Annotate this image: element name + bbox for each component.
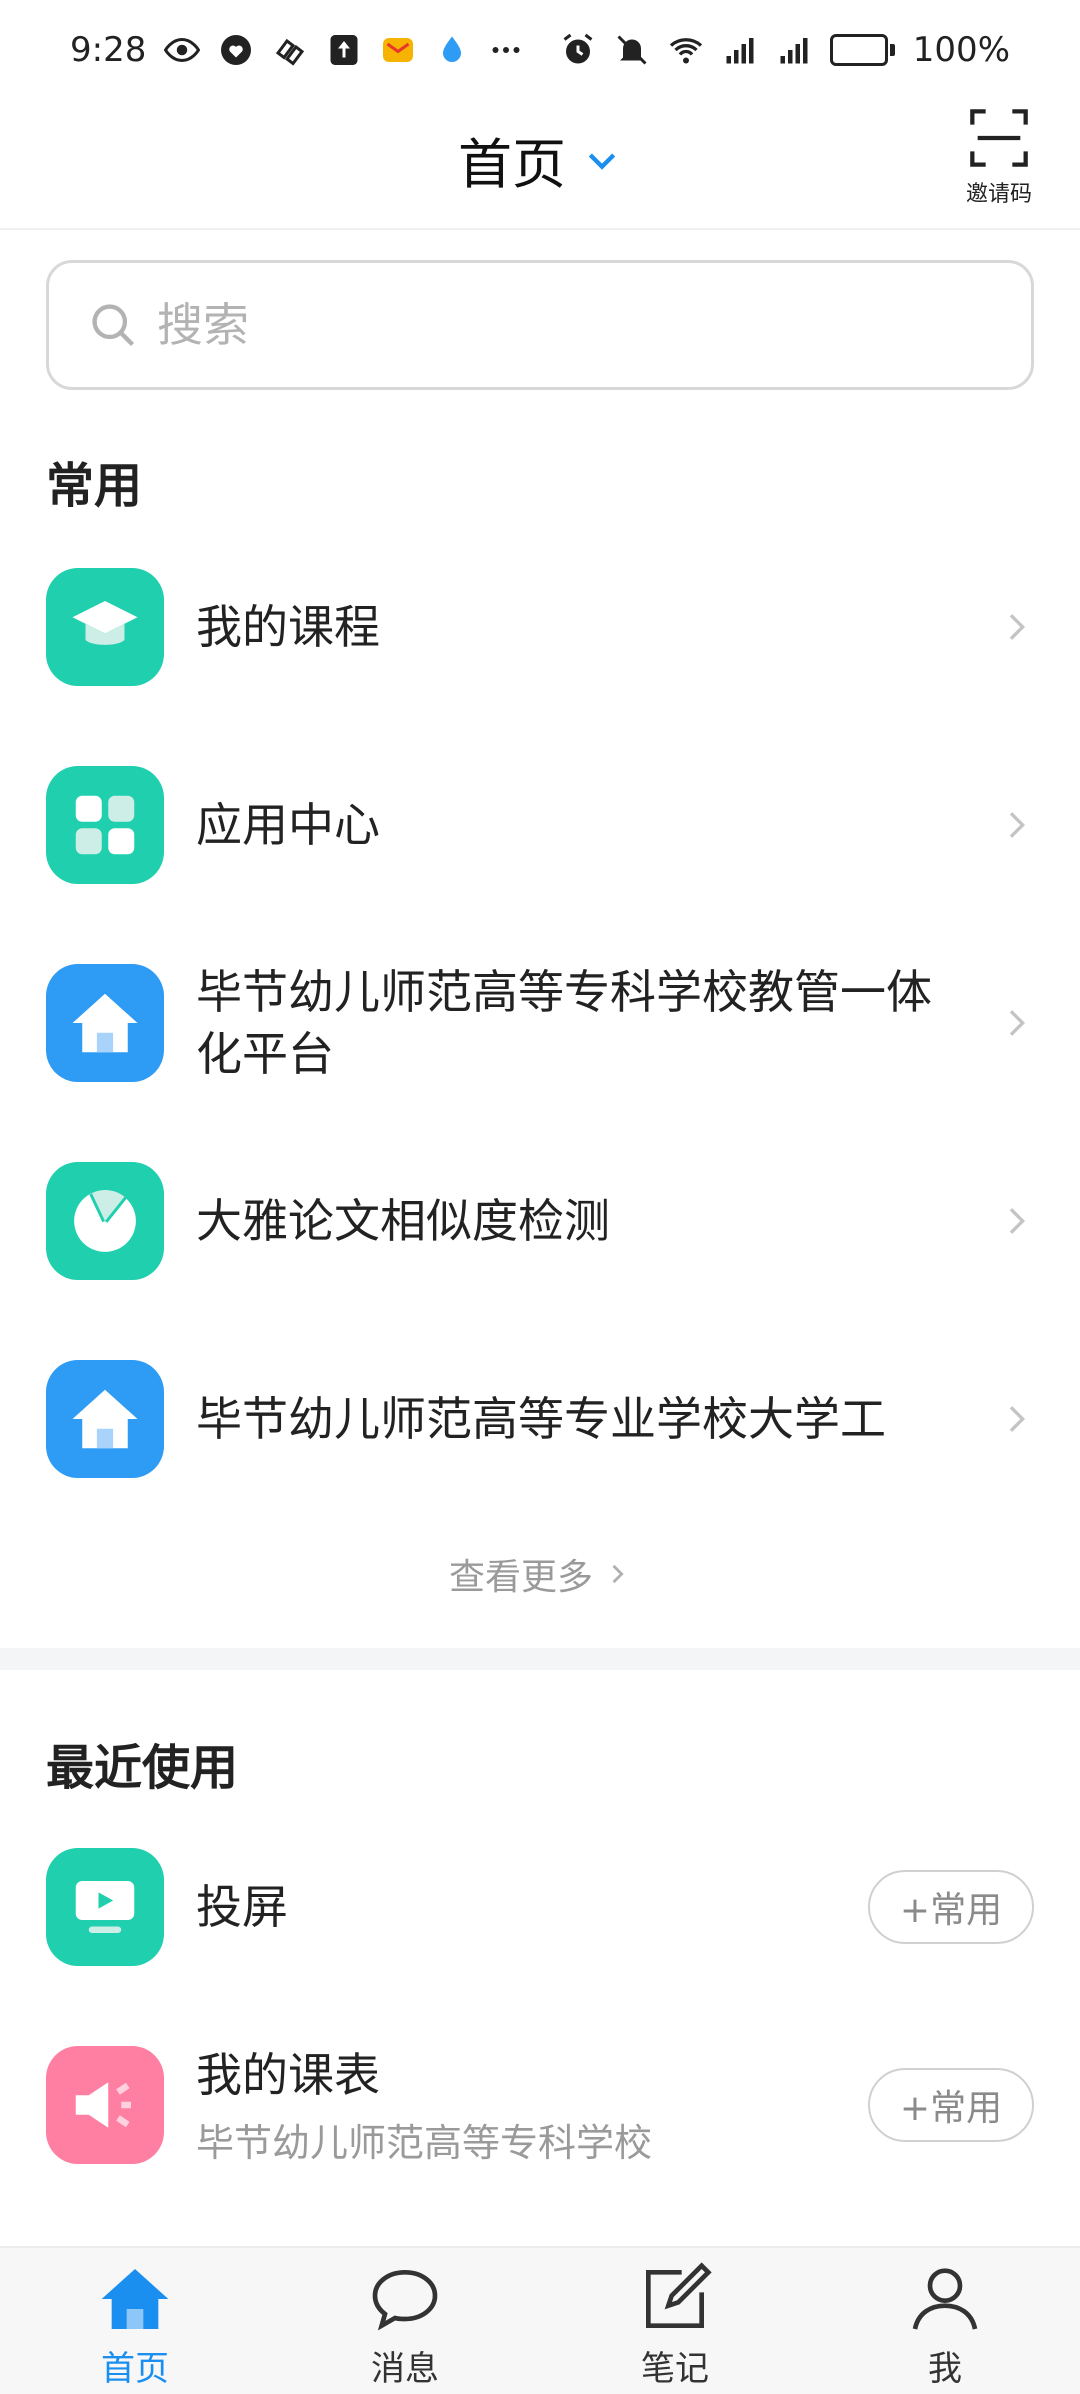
signal-icon-2 [776, 32, 812, 68]
view-more-link[interactable]: 查看更多 [0, 1548, 1080, 1600]
status-bar: 9:28 100% [0, 0, 1080, 100]
search-input[interactable] [157, 298, 957, 352]
chevron-right-icon [1009, 1406, 1026, 1432]
page-title: 首页 [458, 133, 566, 196]
add-to-common-button[interactable]: +常用 [868, 1870, 1034, 1944]
note-edit-icon [646, 2261, 712, 2328]
status-right: 100% [560, 30, 1010, 70]
recent-item-my-schedule[interactable]: 我的课表 毕节幼儿师范高等专科学校 +常用 [0, 2006, 1080, 2204]
list-item-label: 毕节幼儿师范高等专业学校大学工 [196, 1392, 886, 1446]
bell-muted-icon [614, 32, 650, 68]
eye-icon [164, 32, 201, 68]
invite-code-button[interactable]: 邀请码 [954, 106, 1044, 208]
heart-shield-icon [218, 32, 254, 68]
section-divider [0, 1648, 1080, 1670]
nav-me[interactable]: 我 [810, 2248, 1080, 2394]
recent-section-title: 最近使用 [46, 1740, 239, 1796]
nav-label: 首页 [101, 2348, 169, 2389]
chevron-right-icon [1009, 1010, 1026, 1036]
home-icon [46, 1360, 164, 1478]
scan-icon [970, 109, 1028, 167]
speaker-icon [46, 2046, 164, 2164]
chat-icon [372, 2269, 438, 2331]
header: 首页 邀请码 [0, 100, 1080, 230]
list-item-label: 我的课程 [196, 600, 380, 654]
add-to-common-button[interactable]: +常用 [868, 2068, 1034, 2142]
alarm-icon [560, 32, 596, 68]
battery-icon [829, 34, 895, 66]
wifi-icon [668, 32, 704, 68]
mail-icon [380, 32, 416, 68]
list-item-subtitle: 毕节幼儿师范高等专科学校 [196, 2120, 653, 2165]
recent-item-screen-cast[interactable]: 投屏 +常用 [0, 1808, 1080, 2006]
chevron-right-icon [1009, 812, 1026, 838]
graduation-cap-icon [46, 568, 164, 686]
pie-icon [46, 1162, 164, 1280]
chevron-right-icon [1009, 1208, 1026, 1234]
header-title-dropdown[interactable]: 首页 [0, 120, 1080, 199]
chevron-down-icon [588, 152, 616, 170]
signal-icon [722, 32, 758, 68]
list-item-label: 毕节幼儿师范高等专科学校教管一体化平台 [196, 965, 932, 1081]
common-item-university-work[interactable]: 毕节幼儿师范高等专业学校大学工 [0, 1320, 1080, 1518]
list-item-label: 我的课表 [196, 2047, 380, 2102]
nav-home[interactable]: 首页 [0, 2248, 270, 2394]
nav-label: 笔记 [641, 2348, 709, 2389]
chevron-right-icon [1009, 614, 1026, 640]
list-item-label: 大雅论文相似度检测 [196, 1194, 610, 1248]
common-item-school-platform[interactable]: 毕节幼儿师范高等专科学校教管一体化平台 [0, 924, 1080, 1122]
nav-label: 我 [928, 2348, 962, 2389]
search-bar[interactable] [46, 260, 1034, 390]
grid-icon [46, 766, 164, 884]
view-more-label: 查看更多 [448, 1557, 593, 1598]
more-dots-icon [488, 32, 524, 68]
common-item-app-center[interactable]: 应用中心 [0, 726, 1080, 924]
common-item-my-courses[interactable]: 我的课程 [0, 528, 1080, 726]
nav-label: 消息 [371, 2348, 439, 2389]
status-left: 9:28 [70, 30, 524, 70]
battery-percent: 100% [912, 30, 1010, 70]
invite-code-label: 邀请码 [965, 182, 1032, 207]
list-item-label: 应用中心 [196, 798, 380, 852]
screen-cast-icon [46, 1848, 164, 1966]
common-item-paper-check[interactable]: 大雅论文相似度检测 [0, 1122, 1080, 1320]
home-icon [101, 2268, 169, 2329]
drop-icon [434, 32, 470, 68]
list-item-label: 投屏 [196, 1880, 288, 1934]
home-icon [46, 964, 164, 1082]
common-section-title: 常用 [46, 458, 143, 514]
bottom-nav: 首页 消息 笔记 我 [0, 2246, 1080, 2394]
link-icon [272, 32, 308, 68]
user-icon [912, 2267, 978, 2330]
upload-icon [326, 32, 362, 68]
nav-notes[interactable]: 笔记 [540, 2248, 810, 2394]
chevron-right-icon [612, 1564, 624, 1584]
status-time: 9:28 [70, 30, 147, 70]
nav-messages[interactable]: 消息 [270, 2248, 540, 2394]
search-icon [92, 304, 135, 347]
